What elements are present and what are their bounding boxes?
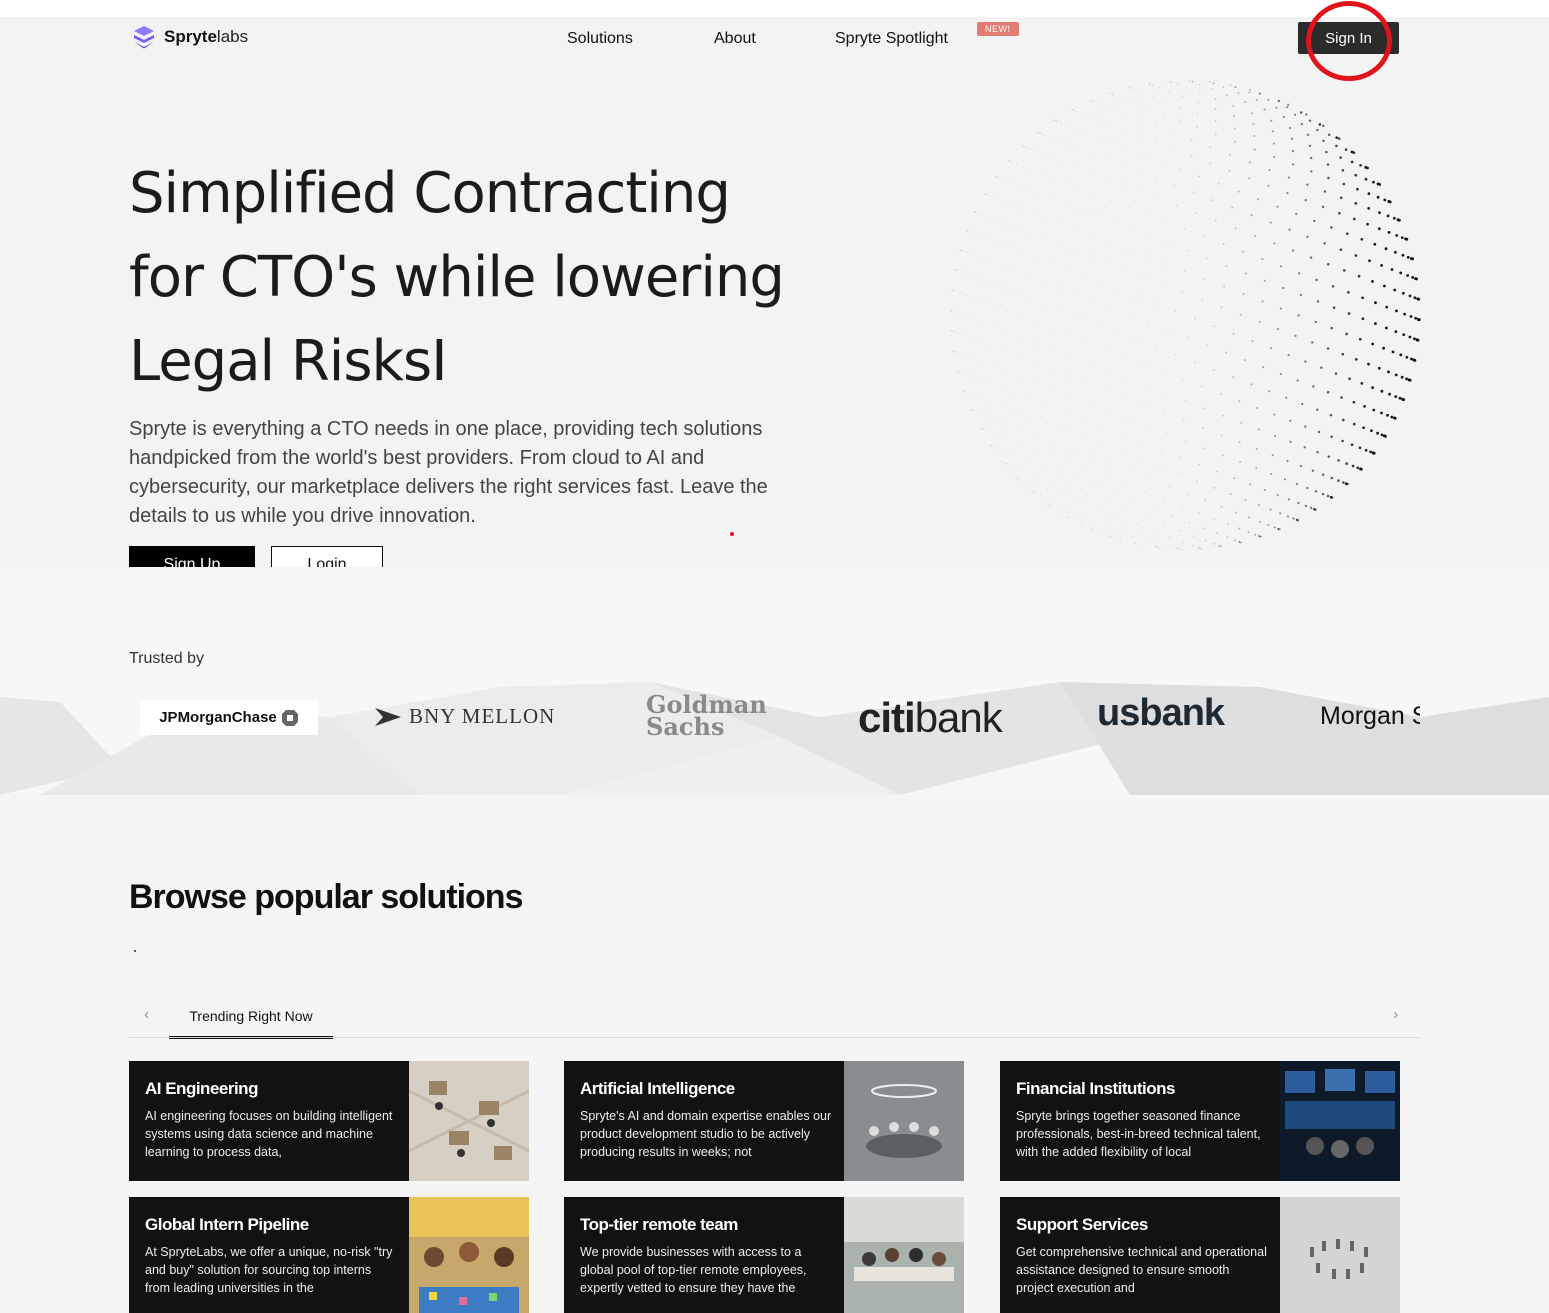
citibank-logo: citibank xyxy=(858,694,1003,742)
hero-title: Simplified Contracting for CTO's while l… xyxy=(129,152,809,404)
tabs-divider xyxy=(129,1037,1419,1038)
hero-title-line-2: for CTO's while lowering xyxy=(129,245,785,310)
solution-card-financial-institutions[interactable]: Financial Institutions Spryte brings tog… xyxy=(1000,1061,1400,1181)
bny-mellon-wordmark: BNY MELLON xyxy=(409,704,556,728)
trusted-section-background xyxy=(0,567,1549,795)
card-image-trading-floor xyxy=(1280,1061,1400,1181)
spryte-logo-icon xyxy=(134,26,154,49)
jpmorgan-chase-logo: JPMorganChase xyxy=(140,700,318,735)
us-wordmark: us xyxy=(1097,692,1140,734)
bny-arrow-icon xyxy=(375,707,401,726)
sign-in-button[interactable]: Sign In xyxy=(1298,22,1399,54)
card-description: We provide businesses with access to a g… xyxy=(580,1245,807,1295)
goldman-sachs-logo: Goldman Sachs xyxy=(646,693,767,741)
new-badge: NEW! xyxy=(977,22,1019,36)
morgan-stanley-logo: Morgan S xyxy=(1320,702,1420,730)
card-description: Spryte's AI and domain expertise enables… xyxy=(580,1109,832,1159)
hero-title-line-1: Simplified Contracting xyxy=(129,161,731,226)
card-title: Artificial Intelligence xyxy=(580,1079,735,1098)
nav-about[interactable]: About xyxy=(714,30,756,48)
card-image-office-team xyxy=(844,1197,964,1313)
card-image-office-desks xyxy=(409,1061,529,1181)
solution-card-support-services[interactable]: Support Services Get comprehensive techn… xyxy=(1000,1197,1400,1313)
umbrella-backdrop-graphic xyxy=(0,682,1549,795)
bny-mellon-logo: BNY MELLON xyxy=(375,704,555,729)
bank-wordmark: bank xyxy=(914,694,1003,741)
card-description: AI engineering focuses on building intel… xyxy=(145,1109,393,1159)
card-title: Top-tier remote team xyxy=(580,1215,738,1234)
card-title: Support Services xyxy=(1016,1215,1148,1234)
card-title: Global Intern Pipeline xyxy=(145,1215,309,1234)
top-strip xyxy=(0,0,1549,17)
browse-heading: Browse popular solutions xyxy=(129,878,523,916)
usbank-bank-wordmark: bank xyxy=(1139,692,1225,734)
brand-logo[interactable]: Sprytelabs xyxy=(132,25,248,49)
sachs-wordmark: Sachs xyxy=(646,712,725,741)
cursor-dot xyxy=(730,532,734,536)
card-title: Financial Institutions xyxy=(1016,1079,1176,1098)
chevron-right-icon[interactable]: › xyxy=(1393,1006,1398,1024)
card-description: Spryte brings together seasoned finance … xyxy=(1016,1109,1261,1159)
jpmorgan-chase-wordmark: JPMorganChase xyxy=(159,709,277,726)
dotted-sphere-graphic xyxy=(950,79,1421,551)
trusted-by-label: Trusted by xyxy=(129,650,204,667)
card-description: At SpryteLabs, we offer a unique, no-ris… xyxy=(145,1245,393,1295)
solution-card-ai-engineering[interactable]: AI Engineering AI engineering focuses on… xyxy=(129,1061,529,1181)
nav-solutions[interactable]: Solutions xyxy=(567,30,633,48)
usbank-logo: usbank xyxy=(1097,692,1225,735)
card-image-figures-circle xyxy=(1280,1197,1400,1313)
nav-spryte-spotlight[interactable]: Spryte Spotlight xyxy=(835,30,948,48)
card-image-team-meeting xyxy=(409,1197,529,1313)
decorative-dot xyxy=(134,950,136,952)
chevron-left-icon[interactable]: ‹ xyxy=(144,1006,149,1024)
sphere-dots xyxy=(950,79,1421,551)
card-image-robot-table xyxy=(844,1061,964,1181)
hero-title-line-3: Legal RisksI xyxy=(129,329,448,394)
solution-card-top-tier-remote-team[interactable]: Top-tier remote team We provide business… xyxy=(564,1197,964,1313)
card-title: AI Engineering xyxy=(145,1079,258,1098)
brand-name: Sprytelabs xyxy=(164,27,249,46)
card-description: Get comprehensive technical and operatio… xyxy=(1016,1245,1267,1295)
citi-wordmark: citi xyxy=(858,694,916,741)
tab-trending-right-now[interactable]: Trending Right Now xyxy=(169,1006,333,1039)
solution-card-artificial-intelligence[interactable]: Artificial Intelligence Spryte's AI and … xyxy=(564,1061,964,1181)
solution-card-global-intern-pipeline[interactable]: Global Intern Pipeline At SpryteLabs, we… xyxy=(129,1197,529,1313)
chase-octagon-icon xyxy=(281,709,298,726)
hero-description: Spryte is everything a CTO needs in one … xyxy=(129,418,768,527)
